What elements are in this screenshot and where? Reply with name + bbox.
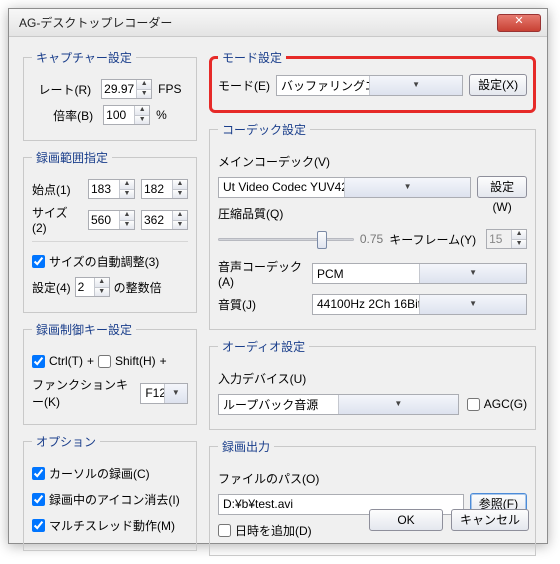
unit-spinner[interactable]: ▲▼ bbox=[75, 277, 110, 297]
mode-legend: モード設定 bbox=[218, 49, 286, 66]
mode-settings-button[interactable]: 設定(X) bbox=[469, 74, 527, 96]
options-legend: オプション bbox=[32, 433, 100, 450]
area-group: 録画範囲指定 始点(1) ▲▼ ▲▼ サイズ(2) ▲▼ ▲▼ サイズの自動調整… bbox=[23, 149, 197, 313]
unit-suffix: の整数倍 bbox=[114, 279, 162, 296]
acodec-combo[interactable]: PCM▼ bbox=[312, 263, 527, 284]
rate-spinner[interactable]: ▲▼ bbox=[101, 79, 152, 99]
magnify-spinner[interactable]: ▲▼ bbox=[103, 105, 150, 125]
mode-combo[interactable]: バッファリングエンコード▼ bbox=[276, 75, 463, 96]
chevron-down-icon[interactable]: ▼ bbox=[419, 295, 526, 314]
codec-legend: コーデック設定 bbox=[218, 121, 310, 138]
aqual-combo[interactable]: 44100Hz 2Ch 16Bits 1411kbps▼ bbox=[312, 294, 527, 315]
ok-button[interactable]: OK bbox=[369, 509, 443, 531]
close-button[interactable]: ✕ bbox=[497, 14, 541, 32]
agc-checkbox[interactable]: AGC(G) bbox=[467, 397, 527, 411]
size-h-spinner[interactable]: ▲▼ bbox=[141, 210, 188, 230]
output-group: 録画出力 ファイルのパス(O) 参照(F) 日時を追加(D) bbox=[209, 438, 536, 556]
quality-label: 圧縮品質(Q) bbox=[218, 205, 283, 222]
maincodec-label: メインコーデック(V) bbox=[218, 153, 330, 170]
capture-group: キャプチャー設定 レート(R) ▲▼ FPS 倍率(B) ▲▼ % bbox=[23, 49, 197, 141]
mode-group: モード設定 モード(E) バッファリングエンコード▼ 設定(X) bbox=[209, 49, 536, 113]
keys-legend: 録画制御キー設定 bbox=[32, 321, 136, 338]
keyframe-spinner[interactable]: ▲▼ bbox=[486, 229, 527, 249]
window-title: AG-デスクトップレコーダー bbox=[19, 14, 497, 31]
start-label: 始点(1) bbox=[32, 181, 78, 198]
acodec-label: 音声コーデック(A) bbox=[218, 258, 306, 289]
multithread-checkbox[interactable]: マルチスレッド動作(M) bbox=[32, 517, 175, 534]
aqual-label: 音質(J) bbox=[218, 296, 306, 313]
device-combo[interactable]: ループバック音源▼ bbox=[218, 394, 459, 415]
audio-legend: オーディオ設定 bbox=[218, 338, 309, 355]
keyframe-label: キーフレーム(Y) bbox=[389, 231, 476, 248]
trayicon-checkbox[interactable]: 録画中のアイコン消去(I) bbox=[32, 491, 180, 508]
options-group: オプション カーソルの録画(C) 録画中のアイコン消去(I) マルチスレッド動作… bbox=[23, 433, 197, 551]
output-legend: 録画出力 bbox=[218, 438, 274, 455]
quality-slider[interactable] bbox=[218, 230, 354, 248]
fn-combo[interactable]: F12▼ bbox=[140, 383, 188, 404]
titlebar: AG-デスクトップレコーダー ✕ bbox=[9, 9, 547, 37]
fn-label: ファンクションキー(K) bbox=[32, 376, 134, 410]
fps-label: FPS bbox=[158, 82, 181, 96]
spin-up-icon[interactable]: ▲ bbox=[137, 80, 151, 89]
unit-label: 設定(4) bbox=[32, 279, 71, 296]
maincodec-combo[interactable]: Ut Video Codec YUV420 (ULY0) DMO x86▼ bbox=[218, 177, 471, 198]
magnify-label: 倍率(B) bbox=[53, 107, 93, 124]
spin-down-icon[interactable]: ▼ bbox=[137, 89, 151, 98]
percent-label: % bbox=[156, 108, 167, 122]
size-label: サイズ(2) bbox=[32, 204, 78, 235]
start-y-spinner[interactable]: ▲▼ bbox=[141, 179, 188, 199]
area-legend: 録画範囲指定 bbox=[32, 149, 112, 166]
chevron-down-icon[interactable]: ▼ bbox=[369, 76, 462, 95]
capture-legend: キャプチャー設定 bbox=[32, 49, 136, 66]
size-w-spinner[interactable]: ▲▼ bbox=[88, 210, 135, 230]
autosize-checkbox[interactable]: サイズの自動調整(3) bbox=[32, 253, 159, 270]
datetime-checkbox[interactable]: 日時を追加(D) bbox=[218, 522, 312, 539]
mode-label: モード(E) bbox=[218, 77, 270, 94]
cancel-button[interactable]: キャンセル bbox=[451, 509, 529, 531]
quality-value: 0.75 bbox=[360, 232, 383, 246]
path-label: ファイルのパス(O) bbox=[218, 470, 319, 487]
maincodec-settings-button[interactable]: 設定(W) bbox=[477, 176, 527, 198]
codec-group: コーデック設定 メインコーデック(V) Ut Video Codec YUV42… bbox=[209, 121, 536, 330]
chevron-down-icon[interactable]: ▼ bbox=[164, 384, 187, 403]
device-label: 入力デバイス(U) bbox=[218, 370, 306, 387]
dialog-window: AG-デスクトップレコーダー ✕ キャプチャー設定 レート(R) ▲▼ FPS … bbox=[8, 8, 548, 544]
shift-checkbox[interactable]: Shift(H) bbox=[98, 354, 156, 368]
chevron-down-icon[interactable]: ▼ bbox=[344, 178, 470, 197]
keys-group: 録画制御キー設定 Ctrl(T) + Shift(H) + ファンクションキー(… bbox=[23, 321, 197, 425]
ctrl-checkbox[interactable]: Ctrl(T) bbox=[32, 354, 83, 368]
audio-group: オーディオ設定 入力デバイス(U) ループバック音源▼ AGC(G) bbox=[209, 338, 536, 430]
rate-label: レート(R) bbox=[38, 81, 91, 98]
chevron-down-icon[interactable]: ▼ bbox=[338, 395, 458, 414]
start-x-spinner[interactable]: ▲▼ bbox=[88, 179, 135, 199]
cursor-checkbox[interactable]: カーソルの録画(C) bbox=[32, 465, 150, 482]
chevron-down-icon[interactable]: ▼ bbox=[419, 264, 526, 283]
